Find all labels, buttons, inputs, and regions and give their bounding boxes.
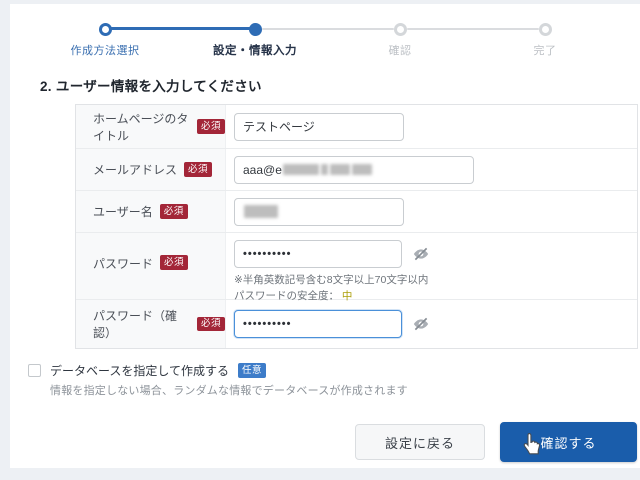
stepper-connector-1 xyxy=(108,27,252,30)
password-confirm-label-cell: パスワード（確認） 必須 xyxy=(76,300,226,348)
form-row-password-confirm: パスワード（確認） 必須 •••••••••• xyxy=(76,300,637,348)
email-label: メールアドレス xyxy=(93,161,177,178)
redacted-text xyxy=(283,164,319,175)
username-label-cell: ユーザー名 必須 xyxy=(76,191,226,232)
database-option-checkbox[interactable] xyxy=(28,364,41,377)
site-title-label-cell: ホームページのタイトル 必須 xyxy=(76,105,226,148)
email-label-cell: メールアドレス 必須 xyxy=(76,149,226,190)
password-label: パスワード xyxy=(93,255,153,272)
eye-off-icon[interactable] xyxy=(412,315,430,333)
optional-badge: 任意 xyxy=(238,363,266,378)
redacted-text xyxy=(244,205,278,218)
site-title-label: ホームページのタイトル xyxy=(93,110,190,144)
page-title: 2. ユーザー情報を入力してください xyxy=(40,75,262,95)
eye-off-icon[interactable] xyxy=(412,245,430,263)
step-circle-method xyxy=(99,23,112,36)
password-rule-note: ※半角英数記号含む8文字以上70文字以内 xyxy=(234,272,428,288)
email-value-visible: aaa@e xyxy=(243,163,282,177)
password-label-cell: パスワード 必須 xyxy=(76,233,226,299)
username-input[interactable] xyxy=(234,198,404,226)
required-badge: 必須 xyxy=(160,255,188,270)
step-circle-confirm xyxy=(394,23,407,36)
redacted-text xyxy=(321,164,328,175)
database-option-hint: 情報を指定しない場合、ランダムな情報でデータベースが作成されます xyxy=(50,382,408,398)
password-value: •••••••••• xyxy=(243,248,292,260)
form-row-password: パスワード 必須 •••••••••• xyxy=(76,233,637,300)
confirm-button[interactable]: 確認する xyxy=(500,422,637,462)
database-option-label: データベースを指定して作成する xyxy=(50,362,229,379)
back-button[interactable]: 設定に戻る xyxy=(355,424,485,460)
step-label-done: 完了 xyxy=(475,42,615,58)
database-option-row: データベースを指定して作成する 任意 xyxy=(28,362,266,379)
required-badge: 必須 xyxy=(197,317,225,332)
site-title-input[interactable]: テストページ xyxy=(234,113,404,141)
step-circle-done xyxy=(539,23,552,36)
form-row-site-title: ホームページのタイトル 必須 テストページ xyxy=(76,105,637,149)
password-confirm-input[interactable]: •••••••••• xyxy=(234,310,402,338)
redacted-text xyxy=(330,164,350,175)
email-input-cell: aaa@e xyxy=(226,149,637,190)
stepper-connector-2 xyxy=(262,28,394,30)
password-input[interactable]: •••••••••• xyxy=(234,240,402,268)
username-label: ユーザー名 xyxy=(93,203,153,220)
email-input[interactable]: aaa@e xyxy=(234,156,474,184)
password-confirm-value: •••••••••• xyxy=(243,318,292,330)
site-title-input-cell: テストページ xyxy=(226,105,637,148)
username-input-cell xyxy=(226,191,637,232)
required-badge: 必須 xyxy=(184,162,212,177)
form-row-email: メールアドレス 必須 aaa@e xyxy=(76,149,637,191)
content-card: 作成方法選択 設定・情報入力 確認 完了 2. ユーザー情報を入力してください … xyxy=(10,4,640,468)
form-row-username: ユーザー名 必須 xyxy=(76,191,637,233)
required-badge: 必須 xyxy=(197,119,225,134)
user-info-form: ホームページのタイトル 必須 テストページ メールアドレス 必須 aaa@ xyxy=(75,104,638,349)
password-input-cell: •••••••••• ※半角英数記号含む8文字以上70文字以内 xyxy=(226,233,637,299)
stepper-connector-3 xyxy=(407,28,539,30)
redacted-text xyxy=(352,164,372,175)
step-circle-input xyxy=(249,23,262,36)
setup-wizard-page: 作成方法選択 設定・情報入力 確認 完了 2. ユーザー情報を入力してください … xyxy=(0,0,640,480)
step-label-confirm: 確認 xyxy=(330,42,470,58)
password-confirm-label: パスワード（確認） xyxy=(93,307,190,341)
step-label-method: 作成方法選択 xyxy=(35,42,175,58)
site-title-value: テストページ xyxy=(243,118,315,135)
password-confirm-input-cell: •••••••••• xyxy=(226,300,637,348)
step-label-input: 設定・情報入力 xyxy=(185,42,325,58)
required-badge: 必須 xyxy=(160,204,188,219)
